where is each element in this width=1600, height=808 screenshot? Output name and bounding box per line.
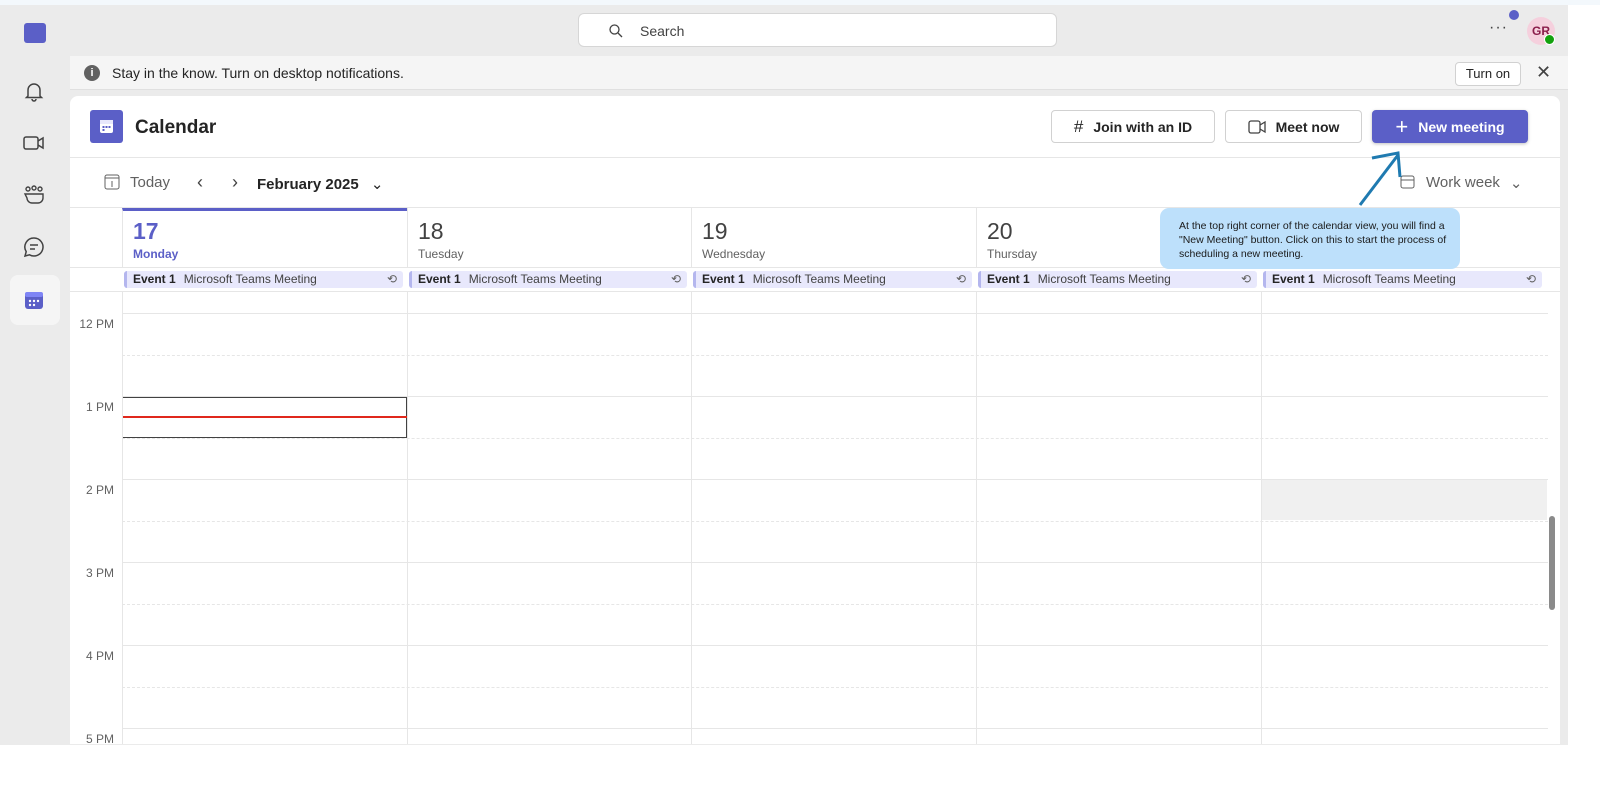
day-name: Tuesday (418, 247, 464, 261)
event-subtitle: Microsoft Teams Meeting (1322, 272, 1456, 286)
event-item[interactable]: Event 1 Microsoft Teams Meeting ⟲ (124, 271, 403, 288)
grid-line (122, 520, 1548, 522)
event-subtitle: Microsoft Teams Meeting (752, 272, 886, 286)
scrollbar[interactable] (1549, 516, 1555, 610)
day-column-divider (691, 292, 692, 744)
time-label: 1 PM (85, 400, 114, 414)
day-column-divider (122, 292, 123, 744)
notification-bar: i Stay in the know. Turn on desktop noti… (70, 56, 1568, 90)
grid-line (122, 437, 1548, 439)
join-with-id-label: Join with an ID (1093, 118, 1193, 135)
page-title: Calendar (135, 117, 217, 138)
close-icon[interactable]: ✕ (1536, 62, 1551, 83)
event-title: Event 1 (987, 272, 1030, 286)
month-picker[interactable]: February 2025 ⌄ (257, 175, 383, 193)
search-input[interactable]: Search (578, 13, 1057, 47)
chevron-down-icon: ⌄ (370, 176, 384, 193)
more-options-button[interactable]: ··· (1489, 19, 1508, 37)
time-label: 12 PM (79, 317, 114, 331)
day-number: 18 (418, 218, 444, 244)
recurring-icon: ⟲ (955, 272, 966, 286)
previous-week-button[interactable]: ‹ (197, 172, 203, 193)
people-icon[interactable] (22, 183, 46, 207)
hash-icon: # (1073, 116, 1084, 136)
calendar-panel: Calendar # Join with an ID Meet now + New … (70, 96, 1560, 744)
event-title: Event 1 (702, 272, 745, 286)
grid-line (122, 396, 1548, 397)
new-meeting-label: New meeting (1418, 118, 1505, 135)
chevron-down-icon: ⌄ (1509, 175, 1523, 192)
event-title: Event 1 (133, 272, 176, 286)
grid-line (122, 603, 1548, 605)
turn-on-button[interactable]: Turn on (1455, 62, 1521, 86)
calendar-header: Calendar # Join with an ID Meet now + New … (70, 96, 1560, 158)
video-icon[interactable] (22, 131, 46, 155)
search-icon (609, 24, 623, 38)
month-label: February 2025 (257, 176, 359, 193)
time-grid[interactable]: 12 PM 1 PM 2 PM 3 PM 4 PM 5 PM (70, 292, 1548, 744)
event-item[interactable]: Event 1 Microsoft Teams Meeting ⟲ (1263, 271, 1542, 288)
new-meeting-button[interactable]: + New meeting (1372, 110, 1528, 143)
event-item[interactable]: Event 1 Microsoft Teams Meeting ⟲ (693, 271, 972, 288)
event-item[interactable]: Event 1 Microsoft Teams Meeting ⟲ (978, 271, 1257, 288)
day-header[interactable]: 18 Tuesday (407, 208, 691, 268)
recurring-icon: ⟲ (386, 272, 397, 286)
grid-line (122, 686, 1548, 688)
event-title: Event 1 (418, 272, 461, 286)
time-label: 3 PM (85, 566, 114, 580)
day-column-divider (407, 292, 408, 744)
all-day-events: Event 1 Microsoft Teams Meeting ⟲ Event 1 Mi… (70, 268, 1560, 292)
plus-icon: + (1395, 113, 1409, 139)
calendar-today-icon (104, 174, 120, 190)
view-label: Work week (1426, 174, 1500, 191)
today-button[interactable]: Today (104, 174, 170, 191)
meet-now-button[interactable]: Meet now (1225, 110, 1362, 143)
day-number: 17 (133, 218, 159, 244)
tooltip: At the top right corner of the calendar … (1160, 208, 1460, 269)
notification-message: Stay in the know. Turn on desktop notifi… (112, 65, 404, 81)
grid-line (122, 728, 1548, 729)
grid-line (122, 313, 1548, 314)
time-label: 5 PM (85, 732, 114, 744)
day-header[interactable]: 19 Wednesday (691, 208, 976, 268)
meet-now-label: Meet now (1275, 118, 1340, 135)
grid-line (122, 354, 1548, 356)
day-number: 19 (702, 218, 728, 244)
teams-logo-icon[interactable] (24, 23, 46, 43)
day-header[interactable]: 17 Monday (122, 208, 407, 268)
calendar-app-icon (90, 110, 123, 143)
grid-line (122, 479, 1548, 480)
event-subtitle: Microsoft Teams Meeting (468, 272, 602, 286)
day-column-divider (1261, 292, 1262, 744)
calendar-toolbar: Today ‹ › February 2025 ⌄ Work week ⌄ (70, 158, 1560, 208)
time-label: 2 PM (85, 483, 114, 497)
event-title: Event 1 (1272, 272, 1315, 286)
chat-icon[interactable] (22, 235, 46, 259)
search-placeholder: Search (640, 23, 685, 39)
recurring-icon: ⟲ (1240, 272, 1251, 286)
time-label: 4 PM (85, 649, 114, 663)
arrow-icon (1358, 151, 1402, 206)
day-name: Monday (133, 247, 179, 261)
join-with-id-button[interactable]: # Join with an ID (1051, 110, 1215, 143)
grid-line (122, 562, 1548, 563)
bell-icon[interactable] (22, 79, 46, 103)
presence-available-icon (1544, 34, 1555, 45)
event-subtitle: Microsoft Teams Meeting (183, 272, 317, 286)
recurring-icon: ⟲ (670, 272, 681, 286)
day-name: Wednesday (702, 247, 766, 261)
info-icon: i (84, 65, 100, 81)
hover-slot (1262, 479, 1547, 520)
notification-dot (1509, 10, 1519, 20)
video-icon (1247, 119, 1266, 134)
day-column-divider (976, 292, 977, 744)
current-time-indicator (122, 416, 407, 418)
today-label: Today (130, 174, 171, 191)
next-week-button[interactable]: › (232, 172, 238, 193)
calendar-icon[interactable] (22, 288, 46, 312)
event-item[interactable]: Event 1 Microsoft Teams Meeting ⟲ (409, 271, 687, 288)
event-subtitle: Microsoft Teams Meeting (1037, 272, 1171, 286)
grid-line (122, 645, 1548, 646)
recurring-icon: ⟲ (1525, 272, 1536, 286)
